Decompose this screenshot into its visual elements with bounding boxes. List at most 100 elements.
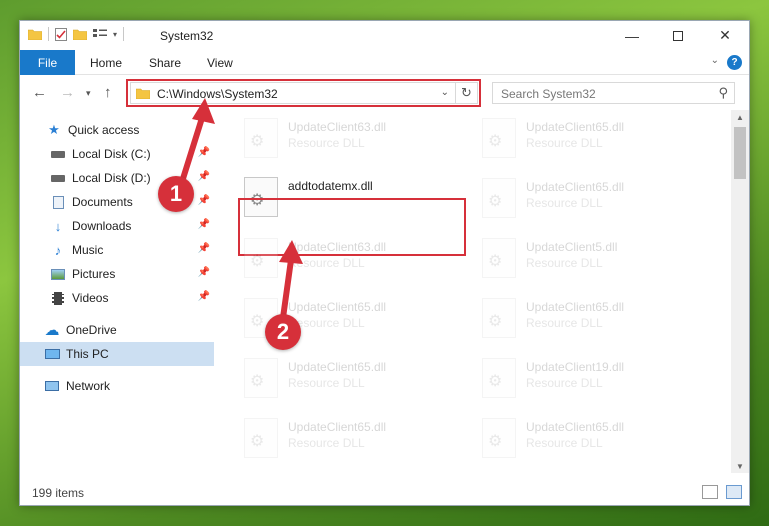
scroll-thumb[interactable]: [734, 127, 746, 179]
view-options-icon[interactable]: [93, 28, 107, 40]
help-icon[interactable]: ?: [727, 55, 742, 70]
qat-divider: [123, 27, 125, 41]
sidebar-item-label: This PC: [66, 347, 109, 361]
scroll-up-icon[interactable]: ▲: [731, 110, 749, 124]
pictures-icon: [50, 266, 66, 282]
file-item[interactable]: ⚙ UpdateClient5.dll Resource DLL: [476, 232, 696, 284]
file-item[interactable]: ⚙ UpdateClient65.dll Resource DLL: [476, 112, 696, 164]
file-item[interactable]: ⚙ UpdateClient63.dll Resource DLL: [238, 112, 458, 164]
file-item[interactable]: ⚙ UpdateClient65.dll Resource DLL: [476, 172, 696, 224]
file-name: UpdateClient63.dll: [288, 240, 387, 254]
sidebar-item-quick-access[interactable]: ★ Quick access: [20, 118, 214, 142]
dll-file-icon: ⚙: [482, 358, 516, 398]
navigation-bar: ← → ▾ ↑ C:\Windows\System32 ⌄ ↻ Search S…: [20, 75, 749, 110]
file-type: Resource DLL: [288, 256, 365, 270]
gear-icon: ⚙: [488, 373, 503, 390]
sidebar-item-downloads[interactable]: ↓ Downloads 📌: [20, 214, 214, 238]
forward-arrow-icon[interactable]: →: [60, 84, 75, 101]
sidebar-item-pictures[interactable]: Pictures 📌: [20, 262, 214, 286]
sidebar-item-network[interactable]: Network: [20, 374, 214, 398]
dll-file-icon: ⚙: [244, 118, 278, 158]
dll-file-icon: ⚙: [244, 358, 278, 398]
file-type: Resource DLL: [526, 196, 603, 210]
tab-file[interactable]: File: [20, 50, 75, 75]
sidebar-item-label: Quick access: [68, 123, 140, 137]
sidebar-item-label: Local Disk (C:): [72, 147, 151, 161]
properties-icon[interactable]: [55, 27, 67, 41]
gear-icon: ⚙: [488, 433, 503, 450]
file-item[interactable]: ⚙ UpdateClient19.dll Resource DLL: [476, 352, 696, 404]
maximize-icon: [673, 30, 683, 41]
pin-icon: 📌: [197, 243, 210, 254]
search-icon[interactable]: ⚲: [718, 85, 728, 101]
network-icon: [44, 378, 60, 394]
search-placeholder: Search System32: [501, 87, 596, 101]
file-type: Resource DLL: [526, 256, 603, 270]
pin-icon: 📌: [197, 267, 210, 278]
videos-icon: [50, 290, 66, 306]
sidebar-item-label: Network: [66, 379, 111, 393]
qat-dropdown-icon[interactable]: ▾: [113, 30, 117, 39]
sidebar-item-videos[interactable]: Videos 📌: [20, 286, 214, 310]
close-button[interactable]: ✕: [702, 21, 748, 50]
file-name: UpdateClient65.dll: [526, 120, 625, 134]
dll-file-icon: ⚙: [244, 418, 278, 458]
minimize-button[interactable]: —: [609, 21, 655, 50]
file-type: Resource DLL: [526, 376, 603, 390]
item-count: 199 items: [32, 486, 85, 500]
sidebar-item-this-pc[interactable]: This PC: [20, 342, 214, 366]
gear-icon: ⚙: [250, 133, 265, 150]
title-bar: ▾ System32 — ✕: [20, 21, 749, 50]
file-name: UpdateClient65.dll: [288, 360, 387, 374]
vertical-scrollbar[interactable]: ▲ ▼: [731, 110, 749, 473]
file-item[interactable]: ⚙ UpdateClient65.dll Resource DLL: [238, 352, 458, 404]
back-arrow-icon[interactable]: ←: [32, 84, 47, 101]
file-name: UpdateClient65.dll: [288, 420, 387, 434]
file-type: Resource DLL: [526, 436, 603, 450]
drive-icon: [50, 170, 66, 186]
recent-locations-icon[interactable]: ▾: [86, 88, 91, 99]
sidebar-item-label: Music: [72, 243, 104, 257]
file-name: UpdateClient65.dll: [526, 420, 625, 434]
file-item[interactable]: ⚙ UpdateClient65.dll Resource DLL: [238, 412, 458, 464]
large-icons-view-icon[interactable]: [726, 485, 742, 499]
dll-file-icon: ⚙: [482, 178, 516, 218]
tab-share[interactable]: Share: [149, 50, 181, 75]
file-list: ⚙ UpdateClient63.dll Resource DLL ⚙ Upda…: [218, 110, 730, 473]
dll-file-icon: ⚙: [482, 238, 516, 278]
tab-view[interactable]: View: [207, 50, 233, 75]
up-arrow-icon[interactable]: ↑: [104, 84, 112, 101]
pin-icon: 📌: [197, 147, 210, 158]
scroll-down-icon[interactable]: ▼: [731, 459, 749, 473]
gear-icon: ⚙: [488, 313, 503, 330]
qat-divider: [48, 27, 49, 41]
cloud-icon: ☁: [44, 322, 60, 339]
new-folder-icon[interactable]: [73, 28, 87, 40]
dll-file-icon: ⚙: [482, 118, 516, 158]
navigation-pane: ★ Quick access Local Disk (C:) 📌 Local D…: [20, 110, 216, 473]
sidebar-item-music[interactable]: ♪ Music 📌: [20, 238, 214, 262]
sidebar-item-label: Pictures: [72, 267, 116, 281]
details-view-icon[interactable]: [702, 485, 718, 499]
sidebar-item-local-disk-c[interactable]: Local Disk (C:) 📌: [20, 142, 214, 166]
file-item[interactable]: ⚙ UpdateClient65.dll Resource DLL: [476, 292, 696, 344]
file-item[interactable]: ⚙ UpdateClient65.dll Resource DLL: [476, 412, 696, 464]
sidebar-item-label: OneDrive: [66, 323, 117, 337]
tab-home[interactable]: Home: [90, 50, 122, 75]
drive-icon: [50, 146, 66, 162]
search-input[interactable]: Search System32 ⚲: [492, 82, 735, 104]
pin-icon: 📌: [197, 219, 210, 230]
expand-ribbon-icon[interactable]: ⌄: [711, 55, 719, 66]
sidebar-item-label: Videos: [72, 291, 109, 305]
file-item[interactable]: ⚙ UpdateClient63.dll Resource DLL: [238, 232, 458, 284]
file-type: Resource DLL: [526, 136, 603, 150]
folder-icon[interactable]: [28, 28, 42, 40]
gear-icon: ⚙: [250, 433, 265, 450]
file-name: UpdateClient65.dll: [526, 300, 625, 314]
dll-file-icon: ⚙: [482, 418, 516, 458]
pin-icon: 📌: [197, 291, 210, 302]
sidebar-item-label: Documents: [72, 195, 133, 209]
sidebar-item-onedrive[interactable]: ☁ OneDrive: [20, 318, 214, 342]
sidebar-item-label: Downloads: [72, 219, 132, 233]
maximize-button[interactable]: [655, 21, 701, 50]
